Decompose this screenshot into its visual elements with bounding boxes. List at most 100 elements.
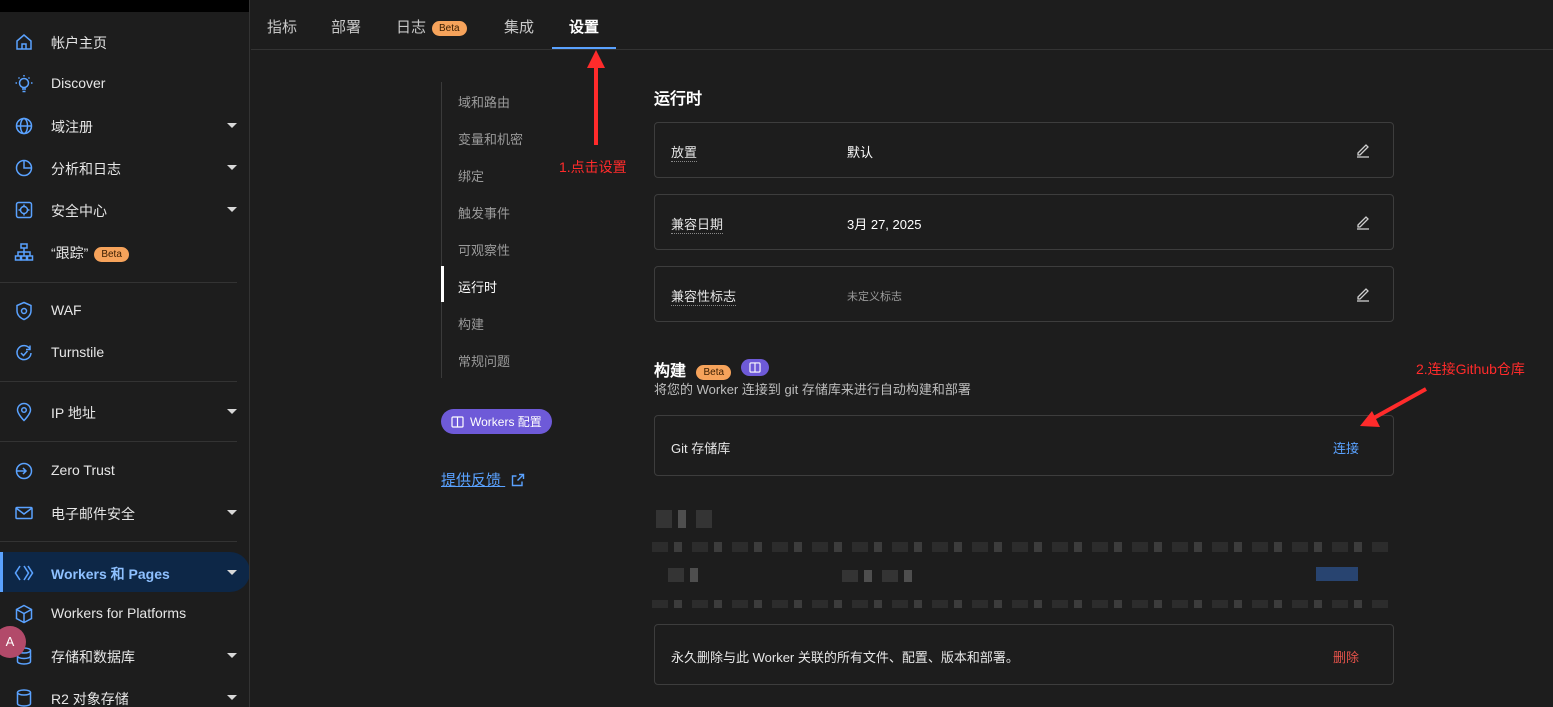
sidebar-item-label: Workers for Platforms <box>51 605 187 621</box>
feedback-label: 提供反馈 <box>441 472 502 489</box>
redacted-content <box>652 600 1394 608</box>
globe-icon <box>15 117 33 135</box>
annotation-step2: 2.连接Github仓库 <box>1416 361 1525 377</box>
subnav-general[interactable]: 常规问题 <box>458 351 510 370</box>
redacted-content <box>668 568 698 582</box>
annotation-arrowhead <box>587 50 605 68</box>
sidebar-item-analytics[interactable]: 分析和日志 <box>0 147 249 187</box>
sidebar-item-waf[interactable]: WAF <box>0 290 249 330</box>
runtime-compat-flags-row: 兼容性标志 未定义标志 <box>654 266 1394 322</box>
location-pin-icon <box>16 402 32 422</box>
chevron-down-icon[interactable] <box>227 123 237 128</box>
sidebar: 帐户主页 Discover 域注册 分析和日志 安全中心 “跟踪” Beta WA… <box>0 0 250 707</box>
sidebar-item-label: Discover <box>51 75 106 91</box>
shield-gear-icon <box>16 301 32 321</box>
sidebar-item-discover[interactable]: Discover <box>0 63 249 103</box>
sidebar-item-label: WAF <box>51 302 82 318</box>
sidebar-item-label: Turnstile <box>51 344 105 360</box>
runtime-compat-date-row: 兼容日期 3月 27, 2025 <box>654 194 1394 250</box>
docs-book-icon[interactable] <box>740 359 769 376</box>
turnstile-icon <box>16 344 32 361</box>
tab-settings[interactable]: 设置 <box>569 16 599 37</box>
subnav-triggers[interactable]: 触发事件 <box>458 203 510 222</box>
active-tab-indicator <box>552 47 616 49</box>
sidebar-top-bar <box>0 0 249 12</box>
workers-icon <box>14 565 34 581</box>
lightbulb-icon <box>15 75 33 93</box>
sidebar-item-workers-for-platforms[interactable]: Workers for Platforms <box>0 593 249 633</box>
workers-config-button[interactable]: Workers 配置 <box>441 409 552 434</box>
chevron-down-icon[interactable] <box>227 695 237 700</box>
tab-integrations[interactable]: 集成 <box>504 16 534 37</box>
connect-git-button[interactable]: 连接 <box>1333 438 1359 457</box>
chevron-down-icon[interactable] <box>227 510 237 515</box>
sidebar-item-label: “跟踪” Beta <box>51 243 129 263</box>
build-description: 将您的 Worker 连接到 git 存储库来进行自动构建和部署 <box>654 382 971 397</box>
sidebar-item-label: Zero Trust <box>51 462 115 478</box>
sidebar-item-label: Workers 和 Pages <box>51 566 170 582</box>
redacted-content <box>652 542 1394 552</box>
zero-trust-icon <box>15 462 33 480</box>
compat-date-value: 3月 27, 2025 <box>847 217 922 232</box>
sidebar-item-storage-databases[interactable]: 存储和数据库 <box>0 635 249 675</box>
sidebar-item-domain-registration[interactable]: 域注册 <box>0 105 249 145</box>
envelope-icon <box>15 506 33 520</box>
redacted-content <box>1316 567 1358 581</box>
subnav-variables-secrets[interactable]: 变量和机密 <box>458 129 523 148</box>
tab-deployments[interactable]: 部署 <box>331 16 361 37</box>
beta-badge: Beta <box>432 21 467 36</box>
sidebar-item-label: 电子邮件安全 <box>51 506 135 522</box>
subnav-domains-routes[interactable]: 域和路由 <box>458 92 510 111</box>
build-title: 构建 <box>654 363 687 380</box>
sidebar-item-turnstile[interactable]: Turnstile <box>0 332 249 372</box>
sidebar-divider <box>0 541 237 542</box>
sidebar-item-label: 分析和日志 <box>51 161 121 177</box>
runtime-heading: 运行时 <box>654 91 703 108</box>
sidebar-item-trace[interactable]: “跟踪” Beta <box>0 231 249 271</box>
sidebar-item-security-center[interactable]: 安全中心 <box>0 189 249 229</box>
edit-pencil-icon[interactable] <box>1355 142 1371 158</box>
chevron-down-icon[interactable] <box>227 570 237 575</box>
git-repo-row: Git 存储库 连接 <box>654 415 1394 476</box>
settings-subnav: 域和路由 变量和机密 绑定 触发事件 可观察性 运行时 构建 常规问题 <box>441 82 581 378</box>
chevron-down-icon[interactable] <box>227 207 237 212</box>
tab-metrics[interactable]: 指标 <box>267 16 297 37</box>
beta-badge: Beta <box>696 365 732 380</box>
sidebar-item-label: 帐户主页 <box>51 35 107 51</box>
subnav-observability[interactable]: 可观察性 <box>458 240 510 259</box>
security-center-icon <box>15 201 33 219</box>
beta-badge: Beta <box>94 247 129 262</box>
redacted-heading <box>656 510 718 528</box>
feedback-link[interactable]: 提供反馈 <box>441 469 525 490</box>
annotation-step1: 1.点击设置 <box>559 159 627 175</box>
chevron-down-icon[interactable] <box>227 409 237 414</box>
build-heading: 构建 Beta <box>654 357 769 381</box>
sidebar-item-trace-text: “跟踪” <box>51 245 89 261</box>
sidebar-item-ip-addresses[interactable]: IP 地址 <box>0 391 249 431</box>
delete-worker-row: 永久删除与此 Worker 关联的所有文件、配置、版本和部署。 删除 <box>654 624 1394 685</box>
sitemap-icon <box>14 243 34 261</box>
tab-logs[interactable]: 日志 Beta <box>396 16 467 37</box>
external-link-icon <box>511 473 525 487</box>
sidebar-item-zero-trust[interactable]: Zero Trust <box>0 450 249 490</box>
delete-description: 永久删除与此 Worker 关联的所有文件、配置、版本和部署。 <box>671 650 1019 665</box>
top-tabs: 指标 部署 日志 Beta 集成 设置 <box>251 0 1553 50</box>
sidebar-item-workers-pages[interactable]: Workers 和 Pages <box>0 552 249 592</box>
chevron-down-icon[interactable] <box>227 653 237 658</box>
compat-date-key: 兼容日期 <box>671 214 724 234</box>
delete-button[interactable]: 删除 <box>1333 647 1359 666</box>
edit-pencil-icon[interactable] <box>1355 286 1371 302</box>
placement-key: 放置 <box>671 142 698 162</box>
chevron-down-icon[interactable] <box>227 165 237 170</box>
subnav-runtime[interactable]: 运行时 <box>458 277 497 296</box>
sidebar-item-label: R2 对象存储 <box>51 691 129 707</box>
sidebar-item-account-home[interactable]: 帐户主页 <box>0 21 249 61</box>
sidebar-item-email-security[interactable]: 电子邮件安全 <box>0 492 249 532</box>
home-icon <box>16 34 32 50</box>
redacted-content <box>842 570 914 582</box>
edit-pencil-icon[interactable] <box>1355 214 1371 230</box>
subnav-build[interactable]: 构建 <box>458 314 484 333</box>
subnav-bindings[interactable]: 绑定 <box>458 166 484 185</box>
sidebar-item-r2[interactable]: R2 对象存储 <box>0 677 249 707</box>
sidebar-item-label: IP 地址 <box>51 405 96 421</box>
